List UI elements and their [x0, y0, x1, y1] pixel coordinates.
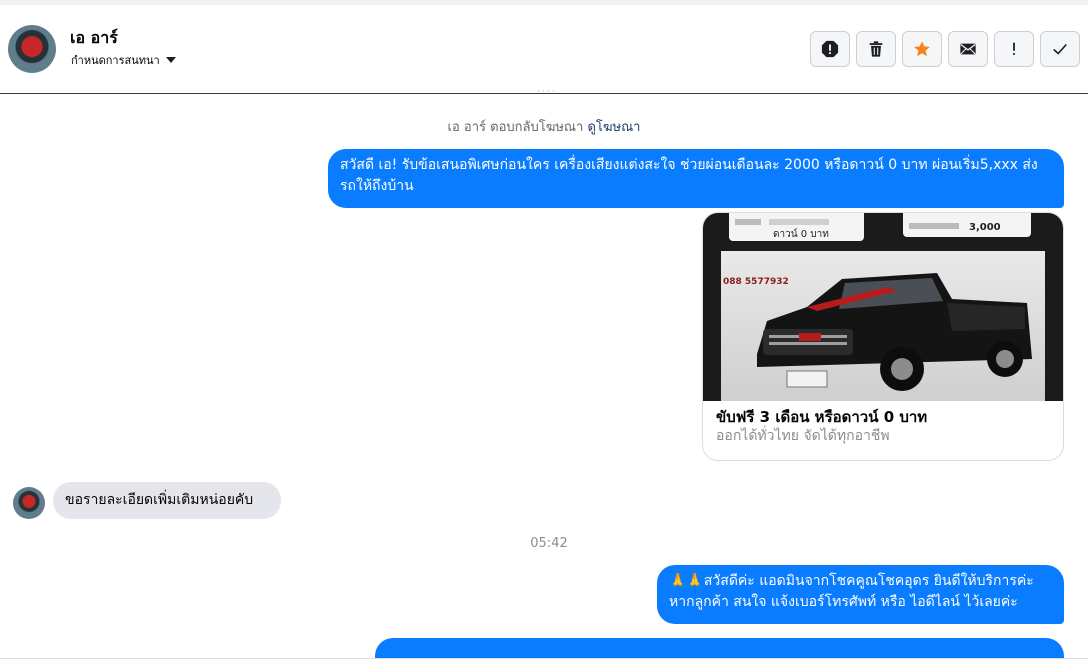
- delete-button[interactable]: [856, 31, 896, 67]
- caret-down-icon: [165, 57, 176, 63]
- ad-price-right-text: 3,000: [969, 222, 1001, 233]
- ad-price-panel-right: 3,000: [903, 213, 1031, 237]
- contact-avatar[interactable]: [8, 25, 56, 73]
- scroll-indicator: · · · ·: [516, 90, 576, 94]
- ad-price-panel-left: ดาวน์ 0 บาท: [729, 213, 864, 241]
- schedule-label: กำหนดการสนทนา: [71, 54, 160, 67]
- message-timestamp: 05:42: [530, 536, 568, 551]
- check-icon: [1053, 43, 1067, 55]
- sender-avatar[interactable]: [13, 487, 45, 519]
- mark-unread-button[interactable]: [948, 31, 988, 67]
- contact-name[interactable]: เอ อาร์: [70, 26, 118, 51]
- message-bubble-outgoing[interactable]: สวัสดี เอ! รับข้อเสนอพิเศษก่อนใคร เครื่อ…: [328, 149, 1064, 208]
- report-button[interactable]: [810, 31, 850, 67]
- message-bubble-incoming[interactable]: ขอรายละเอียดเพิ่มเติมหน่อยคับ: [53, 482, 281, 519]
- ad-reply-notice: เอ อาร์ ตอบกลับโฆษณา ดูโฆษณา: [0, 116, 1088, 137]
- conversation-schedule-dropdown[interactable]: กำหนดการสนทนา: [71, 51, 176, 69]
- ad-reply-text: เอ อาร์ ตอบกลับโฆษณา: [447, 120, 584, 135]
- star-icon: [914, 41, 930, 57]
- mark-done-button[interactable]: [1040, 31, 1080, 67]
- ad-card-subtitle: ออกได้ทั่วไทย จัดได้ทุกอาชีพ: [716, 428, 890, 444]
- truck-photo: 088 5577932: [721, 251, 1045, 401]
- spam-button[interactable]: [994, 31, 1034, 67]
- exclamation-icon: [1013, 42, 1015, 55]
- conversation-header: เอ อาร์ กำหนดการสนทนา: [0, 5, 1088, 94]
- ad-card-image: ดาวน์ 0 บาท 3,000 088 5577932: [703, 213, 1063, 401]
- message-composer[interactable]: [0, 658, 1088, 669]
- star-button[interactable]: [902, 31, 942, 67]
- ad-price-left-text: ดาวน์ 0 บาท: [773, 229, 829, 240]
- pickup-truck-graphic: [757, 273, 1032, 391]
- ad-price-panel-right-graphic: [909, 223, 959, 229]
- trash-icon: [869, 41, 883, 57]
- header-actions: [810, 31, 1080, 67]
- view-ad-link[interactable]: ดูโฆษณา: [587, 120, 640, 135]
- envelope-icon: [960, 43, 976, 55]
- report-icon: [821, 40, 839, 58]
- ad-card[interactable]: ดาวน์ 0 บาท 3,000 088 5577932 ขับฟรี 3 เ…: [702, 212, 1064, 461]
- message-bubble-outgoing[interactable]: 🙏🙏สวัสดีค่ะ แอดมินจากโชคคูณโชคอุดร ยินดี…: [657, 565, 1064, 624]
